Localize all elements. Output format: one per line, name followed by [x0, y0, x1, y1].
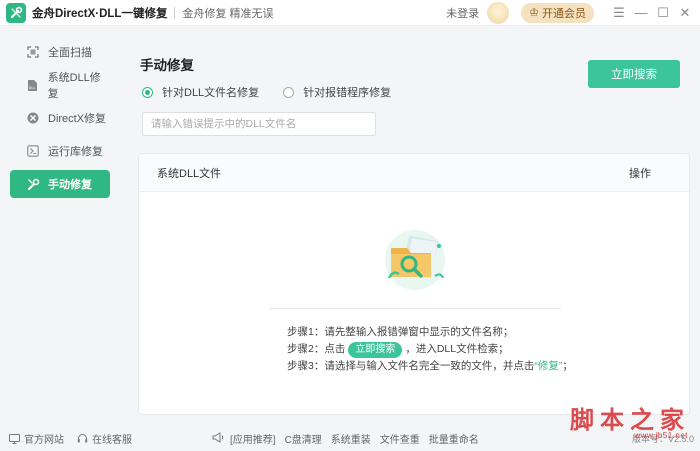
- official-website-label: 官方网站: [24, 435, 64, 446]
- dll-file-icon: DLL: [26, 78, 40, 92]
- sidebar: 全面扫描 DLL 系统DLL修复 DirectX修复 运行库修复 手动修复: [0, 26, 120, 426]
- crown-icon: ♔: [529, 7, 539, 19]
- sidebar-item-label: 系统DLL修复: [47, 72, 101, 100]
- footer-tool-file-duplicate[interactable]: 文件查重: [380, 431, 420, 446]
- footer-tool-app-recommend[interactable]: [应用推荐]: [230, 431, 276, 446]
- avatar[interactable]: [487, 1, 510, 24]
- radio-dot[interactable]: [142, 86, 153, 98]
- title-separator: [174, 6, 176, 19]
- footer-tool-system-reinstall[interactable]: 系统重装: [331, 431, 371, 446]
- footer-tools: [应用推荐] C盘清理 系统重装 文件查重 批量重命名: [212, 426, 488, 451]
- maximize-icon[interactable]: ☐: [652, 5, 674, 21]
- empty-state-illustration-icon: [379, 228, 453, 292]
- runtime-icon: [26, 144, 40, 158]
- step-3: 步骤3：请选择与输入文件名完全一致的文件，并点击 “修复” ；: [287, 358, 573, 375]
- megaphone-icon: [212, 431, 224, 446]
- footer-tool-c-drive-clean[interactable]: C盘清理: [285, 431, 322, 446]
- menu-icon[interactable]: ☰: [608, 5, 630, 21]
- divider: [269, 308, 561, 309]
- instruction-steps: 步骤1：请先整输入报错弹窗中显示的文件名称； 步骤2：点击 立即搜索 ，进入DL…: [287, 324, 573, 375]
- sidebar-item-directx[interactable]: DirectX修复: [10, 104, 110, 132]
- radio-dot[interactable]: [283, 86, 295, 98]
- step-3-text-pre: 步骤3：请选择与输入文件名完全一致的文件，并点击: [287, 360, 535, 372]
- search-now-button[interactable]: 立即搜索: [588, 60, 680, 88]
- column-header-action: 操作: [629, 167, 651, 180]
- online-service-link[interactable]: 在线客服: [76, 431, 132, 446]
- radio-label: 针对报错程序修复: [303, 87, 392, 99]
- svg-text:DLL: DLL: [29, 86, 36, 90]
- sidebar-item-label: 运行库修复: [48, 146, 103, 158]
- radio-error-program[interactable]: 针对报错程序修复: [283, 84, 391, 100]
- app-subtitle: 金舟修复 精准无误: [182, 7, 274, 20]
- step-3-text-post: ；: [562, 360, 573, 372]
- official-website-link[interactable]: 官方网站: [8, 431, 64, 446]
- sidebar-item-label: 手动修复: [48, 179, 92, 191]
- radio-label: 针对DLL文件名修复: [162, 87, 260, 99]
- step-2-text-pre: 步骤2：点击: [287, 343, 346, 355]
- app-title: 金舟DirectX·DLL一键修复: [32, 7, 168, 20]
- table-header: 系统DLL文件 操作: [139, 154, 689, 192]
- app-logo-icon: [6, 2, 26, 23]
- step-3-highlight: “修复”: [534, 360, 563, 372]
- dll-result-panel: 系统DLL文件 操作 步骤1：请先整输入报错弹窗中显示的文件名称； 步骤2：点击…: [138, 153, 690, 415]
- sidebar-item-system-dll[interactable]: DLL 系统DLL修复: [10, 71, 110, 100]
- step-1: 步骤1：请先整输入报错弹窗中显示的文件名称；: [287, 324, 573, 341]
- login-link[interactable]: 未登录: [446, 5, 479, 21]
- sidebar-item-manual-repair[interactable]: 手动修复: [10, 170, 110, 198]
- repair-mode-radio-group: 针对DLL文件名修复 针对报错程序修复: [142, 84, 415, 100]
- sidebar-item-full-scan[interactable]: 全面扫描: [10, 38, 110, 66]
- step-2-text-post: ，进入DLL文件检索；: [405, 343, 509, 355]
- online-service-label: 在线客服: [92, 435, 132, 446]
- vip-button[interactable]: ♔ 开通会员: [521, 2, 594, 23]
- minimize-icon[interactable]: —: [630, 5, 652, 20]
- title-bar: 金舟DirectX·DLL一键修复 金舟修复 精准无误 未登录 ♔ 开通会员 ☰…: [0, 0, 700, 26]
- footer-tool-batch-rename[interactable]: 批量重命名: [429, 431, 479, 446]
- sidebar-item-label: DirectX修复: [48, 113, 107, 125]
- sidebar-item-runtime[interactable]: 运行库修复: [10, 137, 110, 165]
- sidebar-item-label: 全面扫描: [48, 47, 92, 59]
- page-title: 手动修复: [140, 58, 194, 73]
- scan-icon: [26, 45, 40, 59]
- vip-button-label: 开通会员: [542, 7, 586, 20]
- step-2: 步骤2：点击 立即搜索 ，进入DLL文件检索；: [287, 341, 573, 358]
- wrench-icon: [26, 177, 40, 191]
- dll-filename-input[interactable]: [142, 112, 376, 136]
- headset-icon: [76, 433, 88, 445]
- monitor-icon: [8, 433, 20, 445]
- main-content: 手动修复 立即搜索 针对DLL文件名修复 针对报错程序修复 系统DLL文件 操作: [124, 26, 700, 426]
- radio-dll-filename[interactable]: 针对DLL文件名修复: [142, 84, 259, 100]
- watermark-logo: 脚本之家: [570, 405, 690, 434]
- inline-search-button[interactable]: 立即搜索: [348, 341, 403, 358]
- column-header-file: 系统DLL文件: [157, 167, 222, 180]
- directx-icon: [26, 111, 40, 125]
- step-1-text: 步骤1：请先整输入报错弹窗中显示的文件名称；: [287, 326, 514, 338]
- close-icon[interactable]: ✕: [674, 5, 696, 21]
- watermark-url: www.jb51.net: [634, 431, 688, 440]
